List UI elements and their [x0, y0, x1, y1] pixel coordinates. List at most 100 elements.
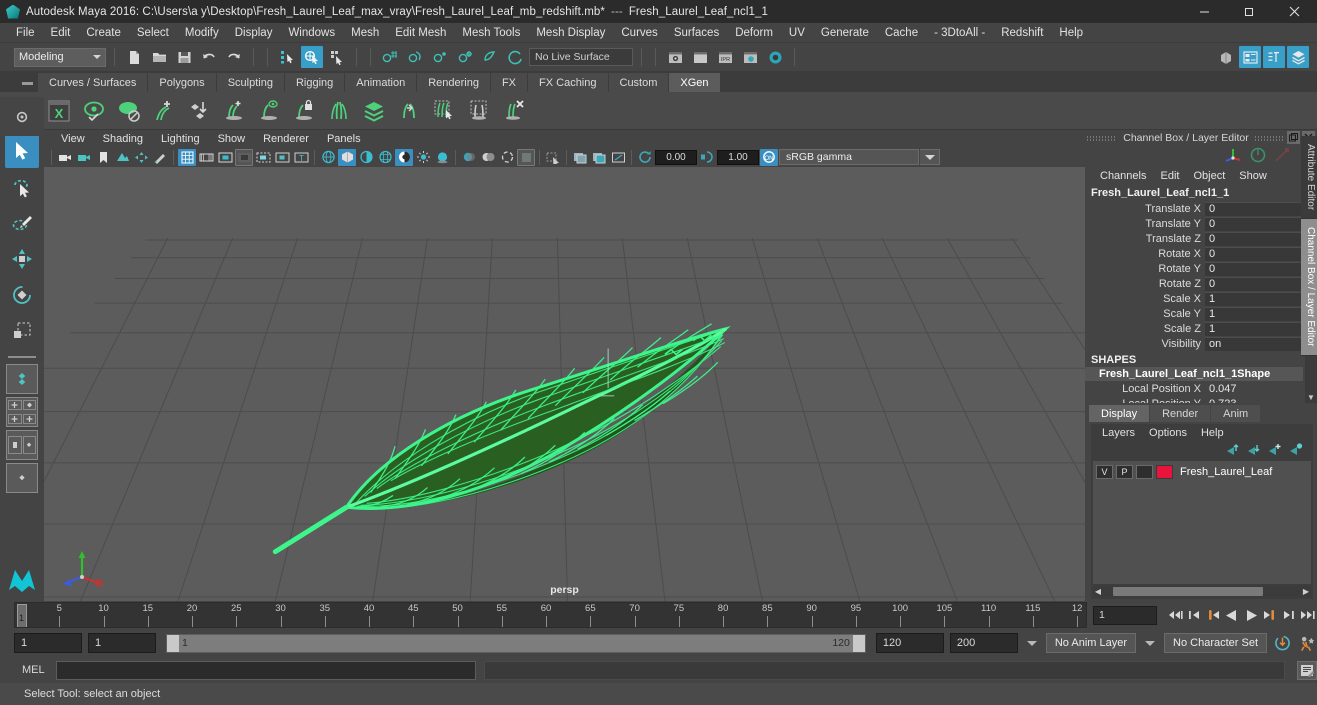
isolate-select-icon[interactable] — [544, 149, 562, 166]
grease-pencil-icon[interactable] — [151, 149, 169, 166]
shadows-icon[interactable] — [414, 149, 432, 166]
xray-shading-icon[interactable] — [254, 149, 272, 166]
shelf-options-box[interactable] — [0, 97, 44, 136]
xgen-lock-groom-icon[interactable] — [289, 96, 319, 126]
shelf-tab-polygons[interactable]: Polygons — [148, 73, 217, 92]
close-button[interactable] — [1272, 0, 1317, 23]
xgen-convert-to-interactive-icon[interactable] — [394, 96, 424, 126]
xgen-delete-guides-icon[interactable] — [499, 96, 529, 126]
scroll-left-arrow-icon[interactable]: ◀ — [1093, 587, 1103, 596]
xray-active-components-icon[interactable]: T — [292, 149, 310, 166]
snap-to-projected-center-icon[interactable] — [454, 46, 476, 68]
menu-select[interactable]: Select — [129, 26, 177, 40]
menu-generate[interactable]: Generate — [813, 26, 877, 40]
shelf-tab-rendering[interactable]: Rendering — [417, 73, 491, 92]
next-key-button[interactable] — [1260, 605, 1279, 625]
select-camera-icon[interactable] — [56, 149, 74, 166]
new-scene-icon[interactable] — [123, 46, 145, 68]
channel-box-attribute-list[interactable]: Fresh_Laurel_Leaf_ncl1_1 Translate X 0 T… — [1085, 185, 1317, 403]
snap-to-point-icon[interactable] — [429, 46, 451, 68]
xgen-mirror-groom-icon[interactable] — [324, 96, 354, 126]
anim-layer-chevron-down-icon[interactable] — [1024, 633, 1040, 653]
shelf-tab-custom[interactable]: Custom — [608, 73, 670, 92]
rotate-tool[interactable] — [5, 278, 39, 312]
channel-value[interactable]: 0.047 — [1205, 382, 1317, 396]
move-tool[interactable] — [5, 242, 39, 276]
redo-icon[interactable] — [223, 46, 245, 68]
xgen-preview-groom-icon[interactable] — [254, 96, 284, 126]
anim-layer-field[interactable]: No Anim Layer — [1045, 633, 1137, 653]
anim-start-time-field[interactable]: 1 — [14, 633, 82, 653]
menu-mesh[interactable]: Mesh — [343, 26, 387, 40]
panel-grip-left-icon[interactable] — [1087, 133, 1117, 142]
channel-row-visibility[interactable]: Visibility on — [1085, 336, 1317, 351]
auto-keyframe-toggle-icon[interactable] — [1273, 633, 1292, 653]
snapshot-color-icon[interactable] — [590, 149, 608, 166]
shelf-tab-rigging[interactable]: Rigging — [284, 73, 346, 92]
move-layer-down-icon[interactable] — [1246, 442, 1261, 458]
scroll-right-arrow-icon[interactable]: ▶ — [1301, 587, 1311, 596]
grab-viewport-icon[interactable] — [609, 149, 627, 166]
layer-list[interactable]: V P Fresh_Laurel_Leaf — [1093, 461, 1311, 584]
go-to-end-button[interactable] — [1298, 605, 1317, 625]
channel-row-local-position-y[interactable]: Local Position Y 0.723 — [1085, 396, 1317, 404]
channel-row-scale-z[interactable]: Scale Z 1 — [1085, 321, 1317, 336]
quick-layout-four-view-icon[interactable] — [6, 397, 38, 427]
multi-sample-aa-icon[interactable] — [479, 149, 497, 166]
color-management-toggle-icon[interactable]: ON — [760, 148, 778, 166]
layer-row[interactable]: V P Fresh_Laurel_Leaf — [1096, 464, 1308, 480]
side-tab-channel-box[interactable]: Channel Box / Layer Editor — [1301, 219, 1317, 356]
create-new-layer-icon[interactable] — [1267, 442, 1282, 458]
panel-grip-right-icon[interactable] — [1255, 133, 1285, 142]
channel-row-rotate-y[interactable]: Rotate Y 0 — [1085, 261, 1317, 276]
shelf-tab-sculpting[interactable]: Sculpting — [216, 73, 285, 92]
channel-row-local-position-x[interactable]: Local Position X 0.047 — [1085, 381, 1317, 396]
xgen-add-description-icon[interactable] — [149, 96, 179, 126]
minimize-button[interactable] — [1182, 0, 1227, 23]
viewport-menu-lighting[interactable]: Lighting — [152, 133, 209, 145]
tool-settings-toggle-icon[interactable] — [1263, 46, 1285, 68]
xgen-layers-icon[interactable] — [359, 96, 389, 126]
menu-curves[interactable]: Curves — [613, 26, 665, 40]
layer-list-horizontal-scrollbar[interactable]: ◀ ▶ — [1093, 586, 1311, 597]
viewport-menu-renderer[interactable]: Renderer — [254, 133, 318, 145]
modeling-toolkit-icon[interactable] — [1215, 46, 1237, 68]
layer-name[interactable]: Fresh_Laurel_Leaf — [1180, 466, 1272, 478]
range-slider-left-handle[interactable] — [167, 634, 179, 652]
menu-deform[interactable]: Deform — [727, 26, 781, 40]
snap-to-curve-icon[interactable] — [404, 46, 426, 68]
refresh-exposure-icon[interactable] — [636, 149, 654, 166]
scale-tool[interactable] — [5, 314, 39, 348]
menu-set-selector[interactable]: Modeling — [14, 47, 106, 67]
live-surface-field[interactable]: No Live Surface — [529, 48, 633, 66]
layer-playback-toggle[interactable]: P — [1116, 465, 1133, 479]
channel-row-translate-z[interactable]: Translate Z 0 — [1085, 231, 1317, 246]
channel-row-scale-x[interactable]: Scale X 1 — [1085, 291, 1317, 306]
shelf-tab-curves-surfaces[interactable]: Curves / Surfaces — [38, 73, 149, 92]
step-forward-button[interactable] — [1279, 605, 1298, 625]
channel-menu-object[interactable]: Object — [1186, 170, 1232, 182]
shelf-tab-fx[interactable]: FX — [490, 73, 529, 92]
color-space-chevron-down-icon[interactable] — [920, 149, 940, 165]
channel-row-translate-x[interactable]: Translate X 0 — [1085, 201, 1317, 216]
smooth-shade-all-icon[interactable] — [338, 148, 356, 166]
character-set-field[interactable]: No Character Set — [1164, 633, 1267, 653]
range-slider-right-handle[interactable] — [852, 634, 865, 652]
save-scene-icon[interactable] — [173, 46, 195, 68]
motion-blur-icon[interactable] — [460, 149, 478, 166]
channel-value[interactable]: 0.723 — [1205, 397, 1317, 404]
render-current-frame-icon[interactable] — [664, 46, 686, 68]
make-live-icon[interactable] — [504, 46, 526, 68]
attribute-editor-toggle-icon[interactable] — [1239, 46, 1261, 68]
animation-preferences-icon[interactable] — [1298, 633, 1317, 653]
xgen-editor-icon[interactable]: X — [44, 96, 74, 126]
step-back-button[interactable] — [1184, 605, 1203, 625]
snapshot-icon[interactable] — [571, 149, 589, 166]
current-time-indicator[interactable]: 1 — [17, 604, 27, 627]
menu-help[interactable]: Help — [1051, 26, 1091, 40]
open-scene-icon[interactable] — [148, 46, 170, 68]
viewport-3d-canvas[interactable]: persp — [44, 167, 1085, 601]
shade-wireframe-icon[interactable] — [357, 149, 375, 166]
menu-edit[interactable]: Edit — [43, 26, 79, 40]
channel-row-scale-y[interactable]: Scale Y 1 — [1085, 306, 1317, 321]
